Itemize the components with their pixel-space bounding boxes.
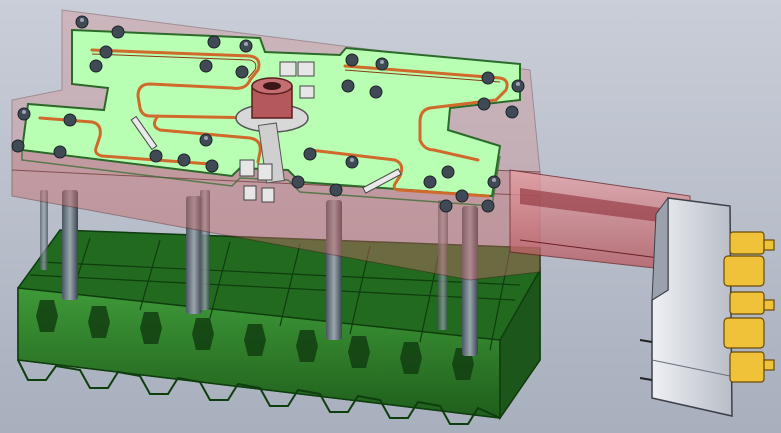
cad-3d-viewport[interactable] <box>0 0 781 433</box>
mold-assembly-model[interactable] <box>0 0 781 433</box>
yellow-actuator-assembly <box>723 231 775 383</box>
